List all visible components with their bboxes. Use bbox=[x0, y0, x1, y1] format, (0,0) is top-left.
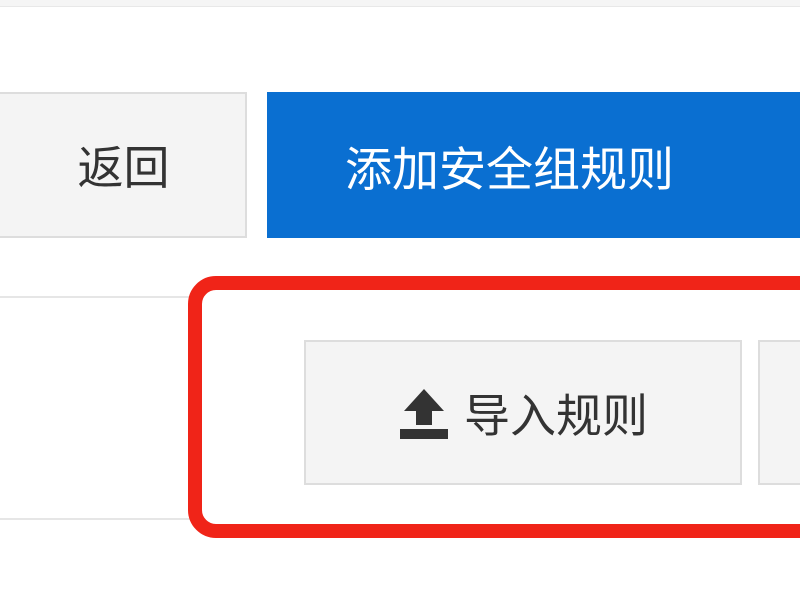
add-rule-button-label: 添加安全组规则 bbox=[345, 142, 674, 198]
highlight-box bbox=[188, 276, 800, 538]
top-strip bbox=[0, 0, 800, 7]
back-button-label: 返回 bbox=[77, 141, 170, 195]
back-button[interactable]: 返回 bbox=[0, 92, 247, 238]
divider-top bbox=[0, 296, 190, 298]
divider-bottom bbox=[0, 518, 190, 520]
add-security-group-rule-button[interactable]: 添加安全组规则 bbox=[267, 92, 800, 238]
page: 返回 添加安全组规则 导入规则 bbox=[0, 0, 800, 600]
